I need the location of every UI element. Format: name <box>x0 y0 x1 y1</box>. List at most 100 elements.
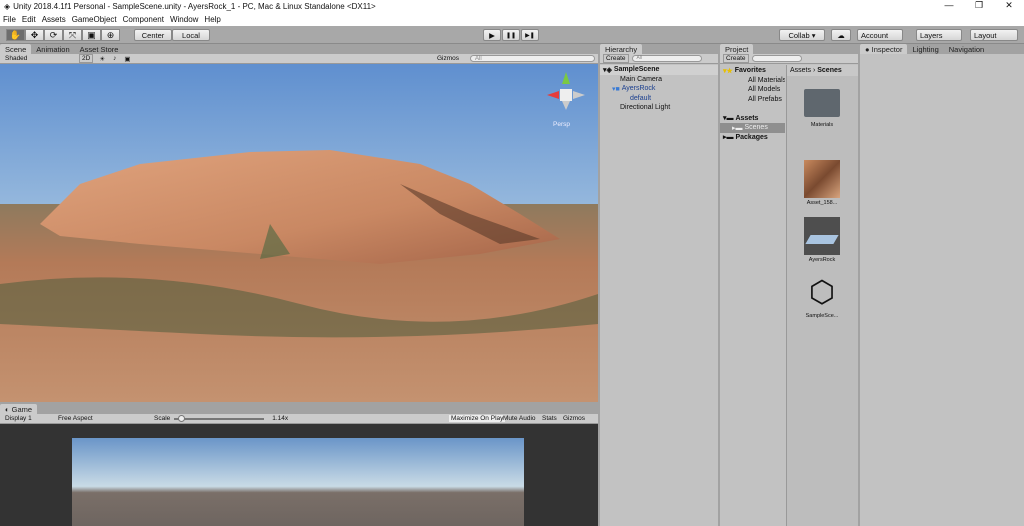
tab-game[interactable]: ◐ Game <box>0 404 38 414</box>
account-dropdown[interactable]: Account <box>857 29 903 41</box>
fav-all-prefabs[interactable]: All Prefabs <box>720 95 785 105</box>
step-button[interactable]: ▶❚ <box>521 29 539 41</box>
favorites-item[interactable]: ▾★ Favorites <box>720 66 785 76</box>
menu-help[interactable]: Help <box>204 15 220 24</box>
tab-inspector[interactable]: ● Inspector <box>860 44 908 54</box>
project-breadcrumb: Assets › Scenes <box>787 65 858 76</box>
scale-slider[interactable] <box>174 414 265 422</box>
hierarchy-item-directional-light[interactable]: Directional Light <box>600 103 718 113</box>
item-label: Assets <box>735 114 759 122</box>
scene-search-input[interactable]: All <box>470 55 595 62</box>
file-label: Materials <box>810 122 834 128</box>
main-toolbar: ✋ ✥ ⟳ ⤧ ▣ ⊕ Center Local ▶ ❚❚ ▶❚ Collab … <box>0 26 1024 44</box>
hierarchy-create-button[interactable]: Create <box>603 54 629 63</box>
scene-view[interactable]: Persp <box>0 64 598 402</box>
tab-hierarchy[interactable]: Hierarchy <box>600 44 643 54</box>
pivot-center-button[interactable]: Center <box>134 29 172 41</box>
stats-toggle[interactable]: Stats <box>542 415 557 422</box>
tab-navigation[interactable]: Navigation <box>944 44 986 54</box>
transform-tool-button[interactable]: ⊕ <box>101 29 120 41</box>
hand-tool-button[interactable]: ✋ <box>6 29 25 41</box>
transform-tools: ✋ ✥ ⟳ ⤧ ▣ ⊕ <box>6 29 120 41</box>
close-button[interactable]: ✕ <box>994 0 1024 11</box>
inspector-panel: ● Inspector Lighting Navigation <box>860 44 1024 526</box>
cloud-button[interactable]: ☁ <box>831 29 851 41</box>
audio-toggle-icon[interactable]: ♪ <box>113 55 116 62</box>
menu-window[interactable]: Window <box>170 15 198 24</box>
project-search-input[interactable] <box>751 55 802 62</box>
layers-dropdown[interactable]: Layers <box>916 29 962 41</box>
menu-file[interactable]: File <box>3 15 16 24</box>
pivot-local-button[interactable]: Local <box>172 29 210 41</box>
aspect-dropdown[interactable]: Free Aspect <box>58 415 150 422</box>
file-ayersrock[interactable]: AyersRock <box>804 217 840 263</box>
file-asset-158[interactable]: Asset_158... <box>804 160 840 206</box>
file-label: Asset_158... <box>806 200 838 206</box>
item-label: SampleScene <box>613 66 660 74</box>
collab-button[interactable]: Collab ▾ <box>779 29 825 41</box>
menu-gameobject[interactable]: GameObject <box>72 15 117 24</box>
scale-slider-thumb[interactable] <box>178 414 186 422</box>
gizmos-dropdown[interactable]: Gizmos <box>437 55 459 62</box>
account-label: Account <box>861 30 889 40</box>
layout-dropdown[interactable]: Layout <box>970 29 1018 41</box>
tab-lighting[interactable]: Lighting <box>907 44 943 54</box>
lighting-toggle-icon[interactable]: ☀ <box>99 55 105 63</box>
scenes-folder[interactable]: ▸▬ Scenes <box>720 123 785 133</box>
tab-project[interactable]: Project <box>720 44 754 54</box>
play-button[interactable]: ▶ <box>483 29 501 41</box>
move-tool-button[interactable]: ✥ <box>25 29 44 41</box>
hierarchy-search-input[interactable]: All <box>631 55 702 62</box>
item-label: Main Camera <box>620 75 663 83</box>
item-label: Directional Light <box>620 104 671 112</box>
tab-asset-store[interactable]: Asset Store <box>75 44 124 54</box>
scale-value: 1.14x <box>272 415 289 422</box>
scale-tool-button[interactable]: ⤧ <box>63 29 82 41</box>
menu-edit[interactable]: Edit <box>22 15 36 24</box>
fav-all-models[interactable]: All Models <box>720 85 785 95</box>
file-label: AyersRock <box>808 257 836 263</box>
prefab-icon: ▾■ <box>612 85 622 93</box>
unity-scene-icon: ⬡ <box>808 276 836 309</box>
scene-gizmo-axis[interactable] <box>545 70 587 112</box>
assets-folder[interactable]: ▾▬ Assets <box>720 114 785 124</box>
rotate-tool-button[interactable]: ⟳ <box>44 29 63 41</box>
persp-label[interactable]: Persp <box>553 121 570 128</box>
menu-component[interactable]: Component <box>123 15 164 24</box>
breadcrumb-scenes[interactable]: Scenes <box>817 67 842 74</box>
hierarchy-item-ayersrock[interactable]: ▾■ AyersRock <box>600 84 718 94</box>
project-create-button[interactable]: Create <box>723 54 749 63</box>
maximize-on-play-toggle[interactable]: Maximize On Play <box>449 415 506 422</box>
maximize-button[interactable]: ❐ <box>964 0 994 11</box>
game-gizmos-dropdown[interactable]: Gizmos <box>563 415 585 422</box>
tab-game-label: Game <box>11 404 33 414</box>
layers-label: Layers <box>920 30 943 40</box>
item-label: Scenes <box>744 124 768 132</box>
display-dropdown[interactable]: Display 1 <box>5 415 50 422</box>
shading-dropdown[interactable]: Shaded <box>5 55 75 62</box>
effects-toggle-icon[interactable]: ▣ <box>124 55 130 63</box>
tab-scene[interactable]: Scene <box>0 44 32 54</box>
tab-animation[interactable]: Animation <box>31 44 74 54</box>
mute-audio-toggle[interactable]: Mute Audio <box>503 415 536 422</box>
packages-folder[interactable]: ▸▬ Packages <box>720 133 785 143</box>
item-label: Favorites <box>734 67 766 75</box>
window-title: Unity 2018.4.1f1 Personal - SampleScene.… <box>13 2 376 11</box>
item-label: Packages <box>735 133 768 141</box>
hierarchy-item-main-camera[interactable]: Main Camera <box>600 75 718 85</box>
file-materials[interactable]: Materials <box>804 89 840 128</box>
rect-tool-button[interactable]: ▣ <box>82 29 101 41</box>
game-panel: ◐ Game Display 1 Free Aspect Scale 1.14x… <box>0 404 598 526</box>
folder-icon <box>804 89 840 117</box>
breadcrumb-assets[interactable]: Assets <box>790 67 811 74</box>
game-view[interactable] <box>0 424 598 526</box>
game-render <box>72 438 524 526</box>
fav-all-materials[interactable]: All Materials <box>720 76 785 86</box>
hierarchy-item-default[interactable]: default <box>600 94 718 104</box>
file-samplescene[interactable]: ⬡ SampleSce... <box>804 275 840 319</box>
minimize-button[interactable]: — <box>934 0 964 11</box>
pause-button[interactable]: ❚❚ <box>502 29 520 41</box>
2d-toggle[interactable]: 2D <box>79 54 94 63</box>
menu-assets[interactable]: Assets <box>42 15 66 24</box>
hierarchy-item-samplescene[interactable]: ▾◈ SampleScene <box>600 65 718 75</box>
